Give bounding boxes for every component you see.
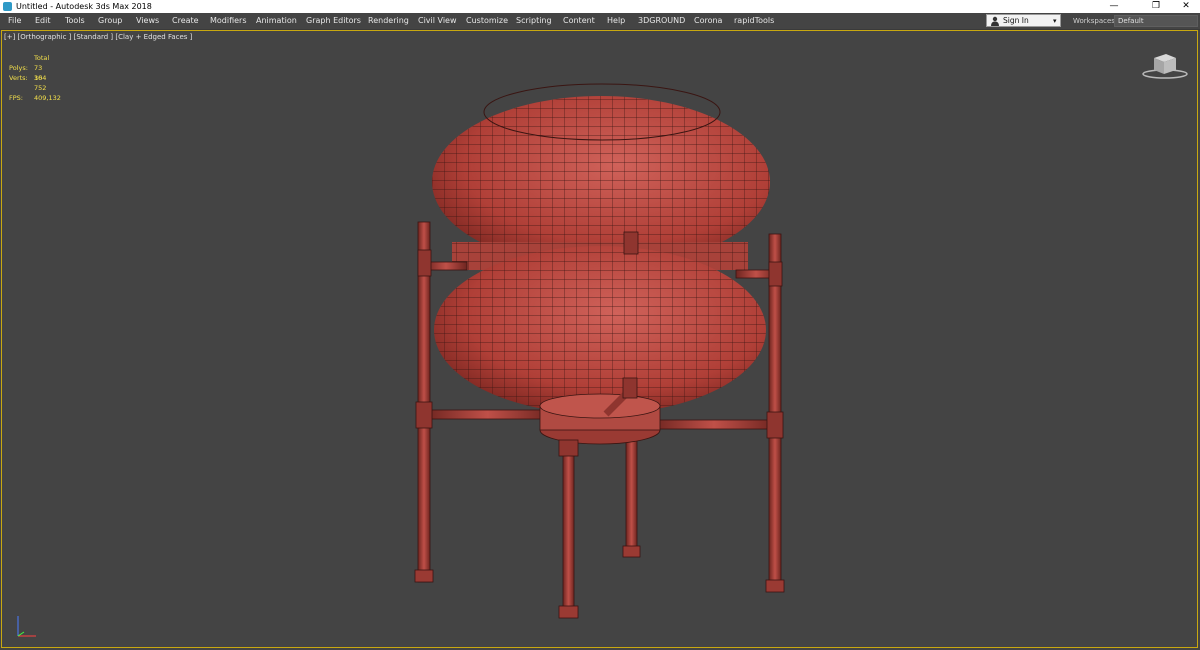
tank-lower-shell: [434, 246, 766, 414]
tank-upper-shell: [432, 83, 770, 268]
axis-tripod-icon: [17, 616, 36, 637]
water-tank-model[interactable]: [0, 0, 1200, 650]
